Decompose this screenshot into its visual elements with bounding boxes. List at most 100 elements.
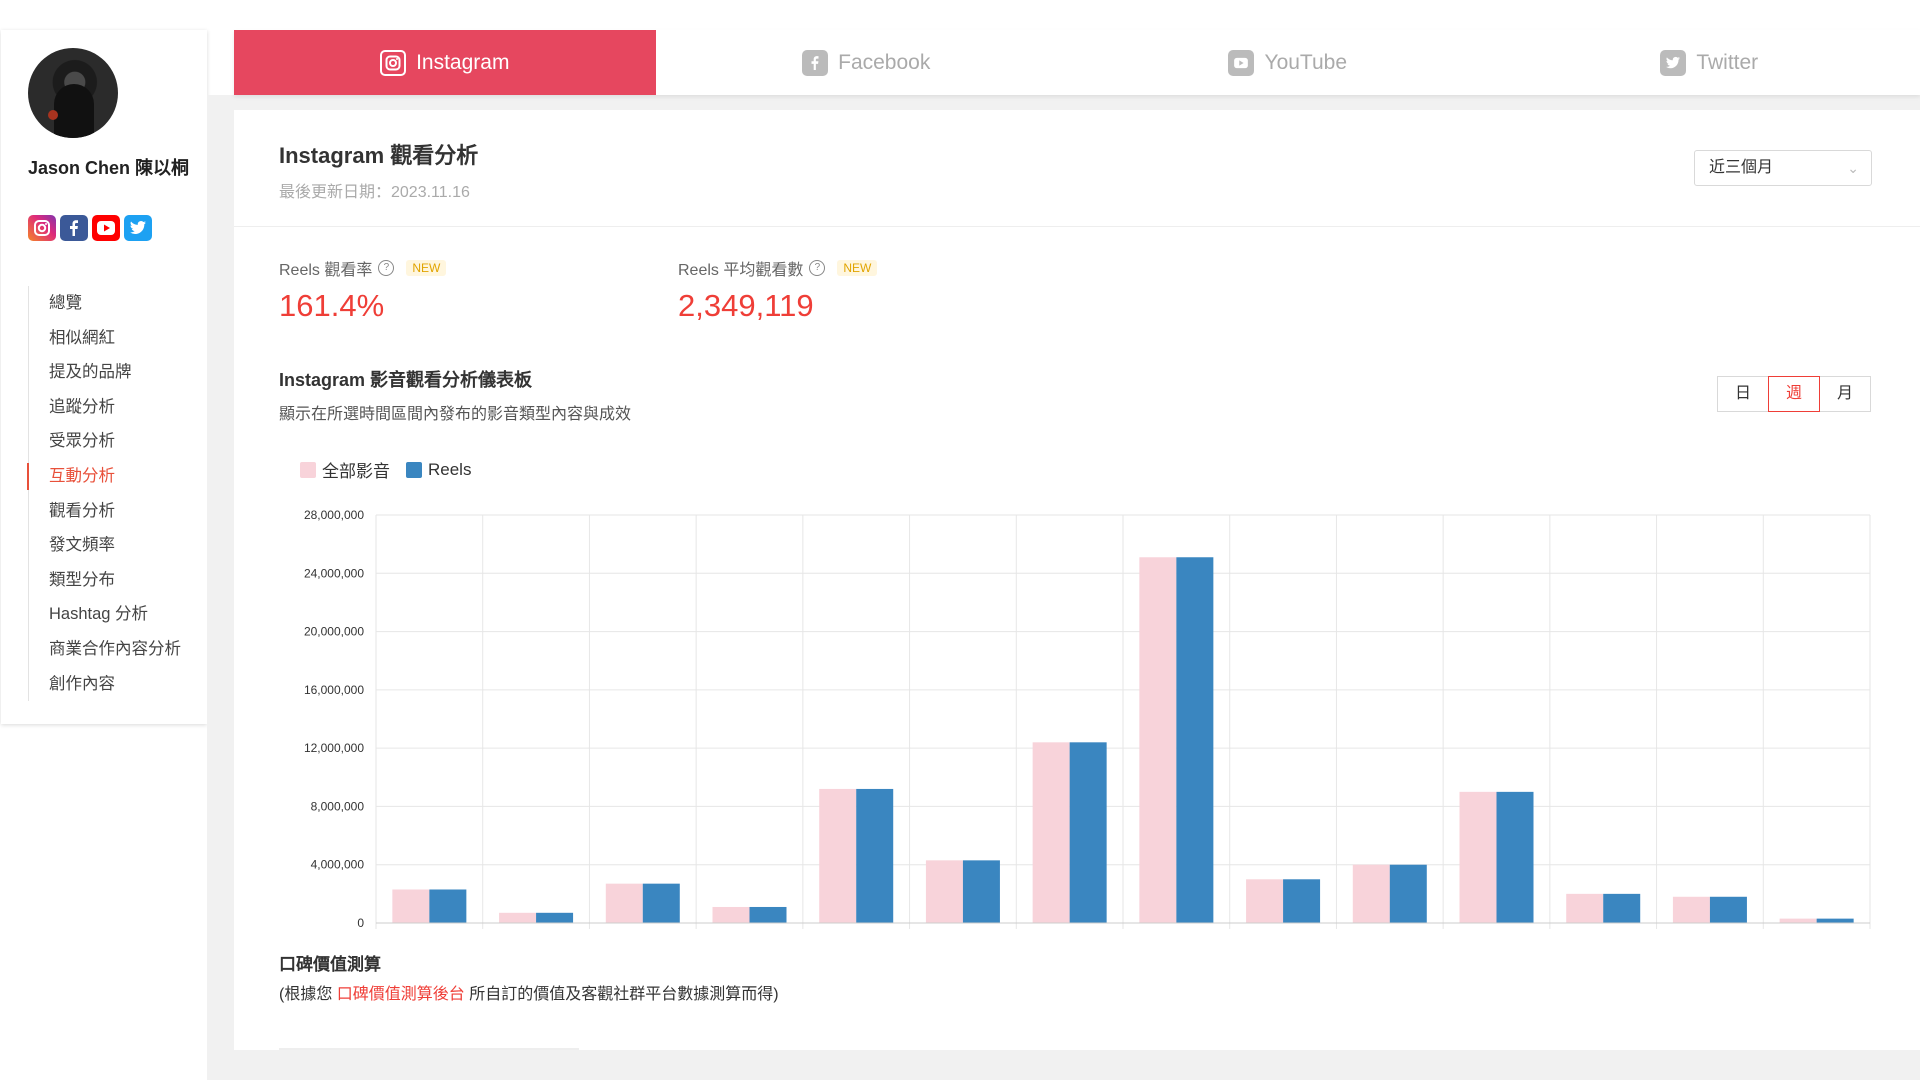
bar-all-videos: [925, 860, 963, 923]
bar-reels: [1603, 893, 1641, 923]
sidebar-item-similar-influencers[interactable]: 相似網紅: [29, 321, 199, 356]
tab-instagram[interactable]: Instagram: [234, 30, 656, 95]
bar-reels: [1816, 918, 1854, 923]
sidebar-item-engagement-analysis[interactable]: 互動分析: [27, 459, 199, 494]
y-tick-label: 0: [357, 916, 364, 930]
view-analysis-panel: Instagram 觀看分析 最後更新日期：2023.11.16 近三個月 ⌄ …: [234, 110, 1920, 1050]
x-tick-label: 6 Nov: [1693, 938, 1727, 940]
social-icons: [28, 215, 152, 241]
help-icon[interactable]: ?: [809, 260, 826, 276]
x-tick-label: 14 Nov: [1796, 938, 1838, 940]
bar-all-videos: [1246, 879, 1284, 923]
bar-all-videos: [1459, 791, 1497, 923]
sidebar-item-type-distribution[interactable]: 類型分布: [29, 563, 199, 598]
tab-label: Facebook: [838, 50, 931, 74]
twitter-icon[interactable]: [124, 215, 152, 241]
stat-reels-view-rate: Reels 觀看率 ? NEW 161.4%: [279, 256, 447, 324]
y-tick-label: 12,000,000: [304, 741, 364, 755]
x-tick-label: 4 Sep: [733, 938, 767, 940]
sidebar-item-view-analysis[interactable]: 觀看分析: [29, 494, 199, 529]
date-range-select[interactable]: 近三個月 ⌄: [1694, 150, 1872, 186]
bar-reels: [856, 788, 894, 923]
bar-all-videos: [1566, 893, 1604, 923]
profile-sidebar: Jason Chen 陳以桐 總覽 相似網紅 提及的品牌 追蹤分析 受眾分析 互…: [1, 30, 207, 724]
new-badge: NEW: [406, 260, 447, 276]
y-tick-label: 16,000,000: [304, 683, 364, 697]
instagram-icon: [380, 49, 407, 76]
bar-all-videos: [1139, 557, 1177, 923]
x-tick-label: 29 Oct: [1584, 938, 1623, 940]
bar-reels: [1176, 557, 1214, 923]
x-tick-label: 10 Sep: [836, 938, 877, 940]
sidebar-item-overview[interactable]: 總覽: [29, 286, 199, 321]
x-tick-label: 25 Oct: [1477, 938, 1516, 940]
sidebar-item-sponsored-content[interactable]: 商業合作內容分析: [29, 632, 199, 667]
sidebar-item-audience-analysis[interactable]: 受眾分析: [29, 424, 199, 459]
new-badge: NEW: [837, 260, 878, 276]
bar-reels: [1709, 896, 1747, 923]
bar-reels: [1069, 742, 1107, 923]
facebook-icon: [802, 49, 829, 76]
x-tick-label: 8 Oct: [1268, 938, 1299, 940]
bar-all-videos: [819, 788, 857, 923]
instagram-icon[interactable]: [28, 215, 56, 241]
help-icon[interactable]: ?: [378, 260, 395, 276]
legend-item-all[interactable]: 全部影音: [300, 457, 390, 482]
bar-reels: [749, 906, 787, 923]
wom-text-post: 所自訂的價值及客觀社群平台數據測算而得): [464, 986, 779, 1003]
bar-reels: [1389, 864, 1427, 923]
legend-swatch: [406, 461, 422, 478]
x-tick-label: 2 Oct: [1161, 938, 1192, 940]
wom-value-title: 口碑價值測算: [279, 955, 381, 974]
tab-facebook[interactable]: Facebook: [656, 30, 1078, 95]
facebook-icon[interactable]: [60, 215, 88, 241]
bar-reels: [1283, 879, 1321, 923]
dashboard-subtitle: 顯示在所選時間區間內發布的影音類型內容與成效: [279, 406, 632, 423]
divider: [279, 1048, 579, 1050]
bar-all-videos: [712, 906, 750, 923]
stat-label: Reels 平均觀看數: [678, 262, 804, 279]
stat-label: Reels 觀看率: [279, 262, 373, 279]
divider: [234, 226, 1920, 227]
date-range-value: 近三個月: [1709, 159, 1774, 176]
legend-label: Reels: [428, 459, 472, 479]
youtube-icon[interactable]: [92, 215, 120, 241]
youtube-icon: [1228, 49, 1255, 76]
bar-all-videos: [1352, 864, 1390, 923]
tab-youtube[interactable]: YouTube: [1077, 30, 1499, 95]
period-month-button[interactable]: 月: [1819, 376, 1871, 412]
twitter-icon: [1660, 49, 1687, 76]
views-bar-chart: 0 4,000,000 8,000,000 12,000,000 16,000,000 2…: [304, 508, 1871, 940]
period-week-button[interactable]: 週: [1768, 376, 1820, 412]
last-updated: 最後更新日期：2023.11.16: [279, 184, 470, 201]
bar-reels: [536, 912, 574, 923]
wom-text-pre: (根據您: [279, 986, 337, 1003]
sidebar-item-follower-analysis[interactable]: 追蹤分析: [29, 390, 199, 425]
tab-label: Twitter: [1696, 50, 1759, 74]
bar-reels: [962, 860, 1000, 923]
tab-label: Instagram: [416, 50, 510, 74]
y-tick-label: 28,000,000: [304, 508, 364, 522]
stat-reels-avg-views: Reels 平均觀看數 ? NEW 2,349,119: [678, 256, 878, 324]
page-title: Instagram 觀看分析: [279, 143, 479, 168]
avatar: [28, 48, 118, 138]
period-toggle: 日 週 月: [1717, 376, 1871, 412]
legend-item-reels[interactable]: Reels: [406, 457, 471, 482]
bar-all-videos: [1032, 742, 1070, 923]
bar-reels: [642, 883, 680, 923]
bar-reels: [429, 889, 467, 923]
sidebar-item-hashtag-analysis[interactable]: Hashtag 分析: [29, 597, 199, 632]
period-day-button[interactable]: 日: [1717, 376, 1769, 412]
bar-all-videos: [499, 912, 537, 923]
sidebar-item-creative-content[interactable]: 創作內容: [29, 667, 199, 702]
tab-label: YouTube: [1264, 50, 1348, 74]
sidebar-item-post-frequency[interactable]: 發文頻率: [29, 528, 199, 563]
wom-backend-link[interactable]: 口碑價值測算後台: [337, 986, 465, 1003]
tab-twitter[interactable]: Twitter: [1499, 30, 1920, 95]
y-tick-label: 20,000,000: [304, 625, 364, 639]
wom-value-description: (根據您 口碑價值測算後台 所自訂的價值及客觀社群平台數據測算而得): [279, 980, 779, 1004]
platform-tabs: Instagram Facebook YouTube Twitter: [234, 30, 1920, 95]
y-tick-label: 24,000,000: [304, 566, 364, 580]
sidebar-item-mentioned-brands[interactable]: 提及的品牌: [29, 355, 199, 390]
bar-all-videos: [1672, 896, 1710, 923]
